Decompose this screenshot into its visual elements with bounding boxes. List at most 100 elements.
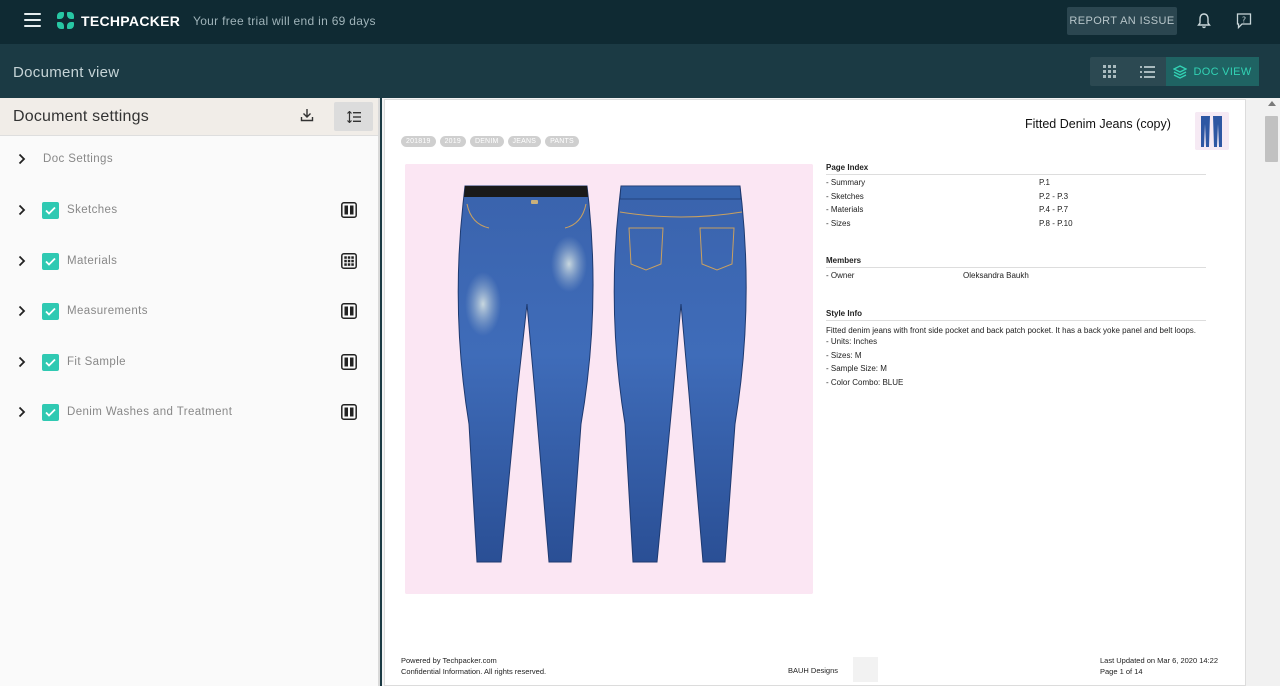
check-icon [45, 257, 56, 266]
settings-item-label: Measurements [67, 305, 148, 317]
list-icon [1139, 65, 1155, 78]
settings-header: Document settings [0, 98, 378, 136]
settings-item-fit-sample[interactable]: Fit Sample [0, 343, 378, 383]
chevron-right-icon[interactable] [18, 153, 26, 165]
tag: 201819 [401, 136, 436, 147]
confidential-text: Confidential Information. All rights res… [401, 667, 547, 676]
chevron-right-icon[interactable] [18, 356, 26, 368]
index-page: P.8 - P.10 [1039, 218, 1073, 228]
scrollbar-thumb[interactable] [1265, 116, 1278, 162]
grid-layout-icon[interactable] [341, 253, 357, 269]
page-title: Document view [13, 64, 120, 81]
last-updated-text: Last Updated on Mar 6, 2020 14:22 [1100, 656, 1219, 665]
index-row: - Sketches P.2 - P.3 [826, 192, 1206, 206]
style-detail: - Units: Inches [826, 337, 878, 346]
chevron-right-icon[interactable] [18, 406, 26, 418]
sort-list-icon [346, 110, 361, 123]
grid-view-button[interactable] [1090, 57, 1128, 86]
settings-item-label: Fit Sample [67, 356, 126, 368]
denim-washes-checkbox[interactable] [42, 404, 59, 421]
list-view-button[interactable] [1128, 57, 1166, 86]
reorder-sections-button[interactable] [334, 102, 373, 131]
check-icon [45, 358, 56, 367]
tag: PANTS [545, 136, 579, 147]
two-column-icon[interactable] [341, 354, 357, 370]
index-page: P.2 - P.3 [1039, 191, 1069, 201]
help-feedback-icon[interactable]: ? [1236, 12, 1252, 30]
sub-header: Document view DOC VIEW [0, 44, 1280, 98]
report-issue-button[interactable]: REPORT AN ISSUE [1067, 7, 1177, 35]
index-row: - Materials P.4 - P.7 [826, 205, 1206, 219]
brand-name: TECHPACKER [81, 12, 181, 29]
settings-item-denim-washes[interactable]: Denim Washes and Treatment [0, 393, 378, 433]
index-label: - Summary [826, 178, 866, 187]
download-icon[interactable] [300, 108, 314, 122]
materials-checkbox[interactable] [42, 253, 59, 270]
section-heading: Members [826, 256, 1206, 268]
section-heading: Style Info [826, 309, 1206, 321]
settings-item-materials[interactable]: Materials [0, 242, 378, 282]
style-detail: - Sizes: M [826, 350, 862, 360]
document-title: Fitted Denim Jeans (copy) [1025, 117, 1171, 131]
settings-item-label: Sketches [67, 204, 118, 216]
members-section: Members - Owner Oleksandra Baukh [826, 256, 1206, 285]
tag: DENIM [469, 136, 504, 147]
layers-icon [1173, 64, 1188, 79]
two-column-icon[interactable] [341, 303, 357, 319]
sketches-checkbox[interactable] [42, 202, 59, 219]
measurements-checkbox[interactable] [42, 303, 59, 320]
logo-icon [57, 12, 74, 29]
settings-item-sketches[interactable]: Sketches [0, 191, 378, 231]
document-info: Page Index - Summary P.1 - Sketches P.2 - … [826, 163, 1206, 415]
settings-item-measurements[interactable]: Measurements [0, 292, 378, 332]
settings-title: Document settings [13, 108, 149, 125]
settings-item-label: Doc Settings [43, 153, 113, 165]
index-label: - Sizes [826, 218, 851, 228]
index-page: P.4 - P.7 [1039, 205, 1069, 214]
style-info-section: Style Info Fitted denim jeans with front… [826, 309, 1206, 392]
footer-left: Powered by Techpacker.com Confidential I… [401, 655, 546, 677]
svg-text:?: ? [1242, 16, 1246, 25]
vertical-scrollbar[interactable] [1246, 98, 1280, 686]
logo[interactable]: TECHPACKER [57, 12, 180, 29]
company-name: BAUH Designs [788, 666, 839, 675]
chevron-right-icon[interactable] [18, 204, 26, 216]
style-detail: - Sample Size: M [826, 364, 887, 373]
trial-notice: Your free trial will end in 69 days [193, 14, 376, 28]
company-logo-placeholder [853, 657, 878, 682]
index-label: - Materials [826, 205, 864, 214]
top-bar: TECHPACKER Your free trial will end in 6… [0, 0, 1280, 44]
document-preview-area: Fitted Denim Jeans (copy) 201819 2019 DE… [382, 98, 1280, 686]
member-row: - Owner Oleksandra Baukh [826, 271, 1206, 285]
hamburger-menu-icon[interactable] [24, 13, 41, 27]
index-page: P.1 [1039, 178, 1050, 187]
doc-view-label: DOC VIEW [1193, 65, 1252, 78]
grid-icon [1102, 65, 1116, 78]
settings-item-label: Materials [67, 255, 118, 267]
style-thumbnail [1195, 112, 1229, 150]
section-heading: Page Index [826, 163, 1206, 175]
powered-by-text: Powered by Techpacker.com [401, 656, 497, 665]
fit-sample-checkbox[interactable] [42, 354, 59, 371]
view-switcher: DOC VIEW [1090, 57, 1259, 86]
bell-icon[interactable] [1196, 12, 1212, 30]
document-page: Fitted Denim Jeans (copy) 201819 2019 DE… [384, 99, 1246, 686]
tag: JEANS [507, 136, 542, 147]
doc-view-button[interactable]: DOC VIEW [1166, 57, 1259, 86]
index-row: - Summary P.1 [826, 178, 1206, 192]
style-detail: - Color Combo: BLUE [826, 377, 904, 387]
chevron-right-icon[interactable] [18, 305, 26, 317]
chevron-right-icon[interactable] [18, 255, 26, 267]
tag-list: 201819 2019 DENIM JEANS PANTS [401, 136, 583, 147]
two-column-icon[interactable] [341, 404, 357, 420]
tag: 2019 [439, 136, 466, 147]
jeans-sketch-image [405, 164, 813, 594]
settings-item-doc-settings[interactable]: Doc Settings [0, 140, 378, 180]
document-settings-panel: Document settings Doc Settings Sketches … [0, 98, 380, 686]
two-column-icon[interactable] [341, 202, 357, 218]
index-row: - Sizes P.8 - P.10 [826, 219, 1206, 233]
member-name: Oleksandra Baukh [963, 271, 1029, 280]
index-label: - Sketches [826, 191, 864, 201]
scroll-up-arrow-icon[interactable] [1268, 101, 1276, 106]
member-role: - Owner [826, 271, 855, 280]
